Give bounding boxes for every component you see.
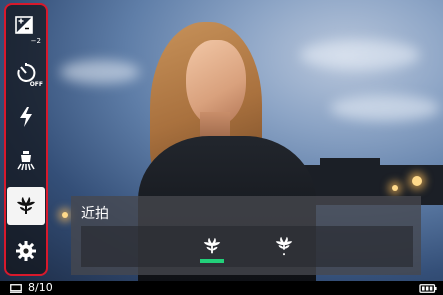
macro-settings-panel: 近拍: [71, 196, 421, 275]
macro-option-strip: [81, 226, 413, 267]
flash-icon: [20, 107, 32, 128]
frame-icon: [10, 284, 22, 293]
cloud: [330, 95, 440, 121]
macro-button[interactable]: [7, 187, 45, 226]
macro-off-icon: [275, 236, 293, 256]
panel-title: 近拍: [81, 206, 109, 222]
street-light: [392, 185, 398, 191]
macro-on-icon: [203, 237, 221, 254]
settings-button[interactable]: [7, 232, 45, 270]
macro-on-option[interactable]: [198, 232, 226, 263]
street-light: [412, 176, 422, 186]
status-bar: 8/10: [0, 281, 443, 295]
exposure-compensation-button[interactable]: −2: [7, 9, 45, 47]
cloud: [300, 40, 420, 70]
self-timer-badge: OFF: [29, 80, 43, 88]
shot-counter: 8/10: [28, 281, 53, 294]
exposure-value-badge: −2: [30, 37, 41, 45]
battery-full-icon: [419, 284, 437, 293]
street-light: [62, 212, 68, 218]
selection-indicator: [200, 259, 224, 263]
self-timer-button[interactable]: OFF: [7, 54, 45, 92]
macro-off-option[interactable]: [270, 232, 298, 260]
camera-settings-sidebar: −2 OFF: [4, 3, 48, 276]
lamp-icon: [17, 150, 35, 170]
flash-button[interactable]: [7, 98, 45, 136]
building: [320, 158, 380, 168]
cloud: [60, 60, 140, 84]
gear-icon: [16, 240, 36, 261]
lamp-button[interactable]: [7, 143, 45, 181]
macro-flower-icon: [17, 197, 35, 215]
